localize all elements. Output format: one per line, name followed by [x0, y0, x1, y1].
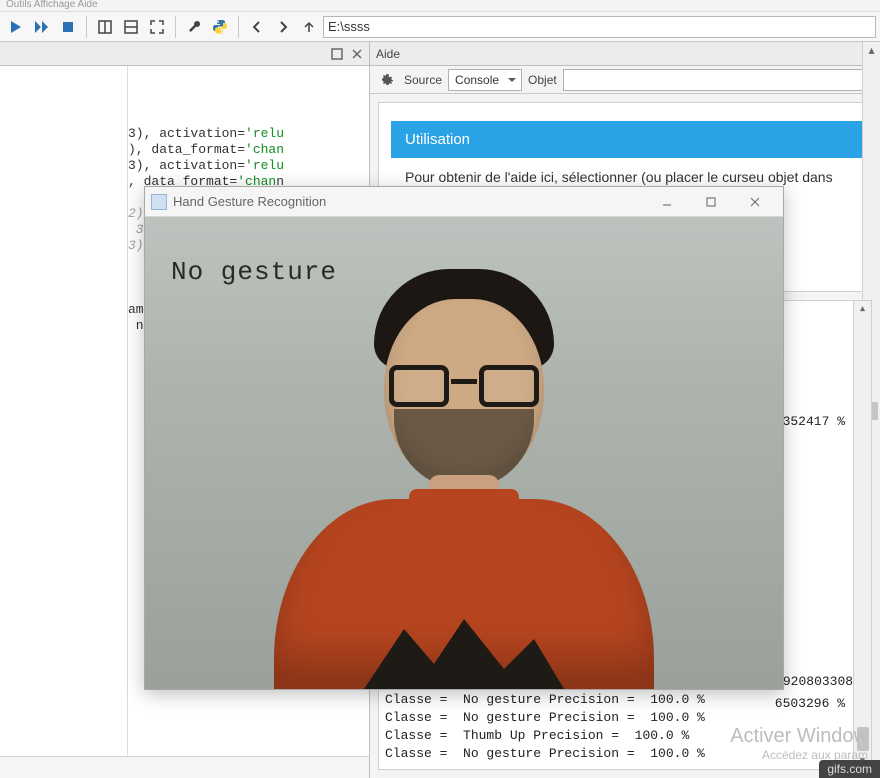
windows-activation-watermark: Activer Window Accédez aux param — [730, 725, 868, 762]
app-icon — [151, 194, 167, 210]
help-tab[interactable]: Aide — [370, 42, 880, 66]
editor-status-bar — [0, 756, 369, 778]
source-combo-value: Console — [455, 73, 499, 87]
editor-gutter — [0, 66, 128, 756]
hgr-video-frame: No gesture — [145, 217, 783, 689]
separator — [86, 16, 87, 38]
help-card-title: Utilisation — [391, 121, 863, 158]
person-illustration — [244, 369, 684, 689]
back-icon[interactable] — [245, 15, 269, 39]
gear-icon[interactable] — [376, 69, 398, 91]
python-icon[interactable] — [208, 15, 232, 39]
layout1-icon[interactable] — [93, 15, 117, 39]
wrench-icon[interactable] — [182, 15, 206, 39]
watermark-title: Activer Window — [730, 725, 868, 748]
source-combo[interactable]: Console — [448, 69, 522, 91]
layout2-icon[interactable] — [119, 15, 143, 39]
main-toolbar — [0, 12, 880, 42]
menubar-stub: Outils Affichage Aide — [0, 0, 880, 12]
maximize-icon[interactable] — [689, 188, 733, 216]
help-toolbar: Source Console Objet — [370, 66, 880, 94]
up-icon[interactable] — [297, 15, 321, 39]
console-scrollbar[interactable]: ▴ ▾ — [853, 301, 871, 769]
close-icon[interactable] — [349, 46, 365, 62]
hgr-titlebar[interactable]: Hand Gesture Recognition — [145, 187, 783, 217]
undock-icon[interactable] — [329, 46, 345, 62]
stop-icon[interactable] — [56, 15, 80, 39]
hgr-title-text: Hand Gesture Recognition — [173, 194, 326, 209]
help-tab-label: Aide — [376, 47, 400, 61]
fast-forward-icon[interactable] — [30, 15, 54, 39]
run-icon[interactable] — [4, 15, 28, 39]
console-fragment-1: 9352417 % — [775, 413, 845, 431]
gifs-badge: gifs.com — [819, 760, 880, 778]
address-input[interactable] — [323, 16, 876, 38]
gesture-overlay-text: No gesture — [171, 257, 337, 287]
close-icon[interactable] — [733, 188, 777, 216]
minimize-icon[interactable] — [645, 188, 689, 216]
objet-label: Objet — [528, 73, 557, 87]
editor-tabbar — [0, 42, 369, 66]
hgr-window[interactable]: Hand Gesture Recognition No gesture — [144, 186, 784, 690]
maximize-icon[interactable] — [145, 15, 169, 39]
separator — [175, 16, 176, 38]
forward-icon[interactable] — [271, 15, 295, 39]
source-label: Source — [404, 73, 442, 87]
objet-input[interactable] — [563, 69, 874, 91]
separator — [238, 16, 239, 38]
scroll-up-icon[interactable]: ▴ — [854, 301, 871, 317]
